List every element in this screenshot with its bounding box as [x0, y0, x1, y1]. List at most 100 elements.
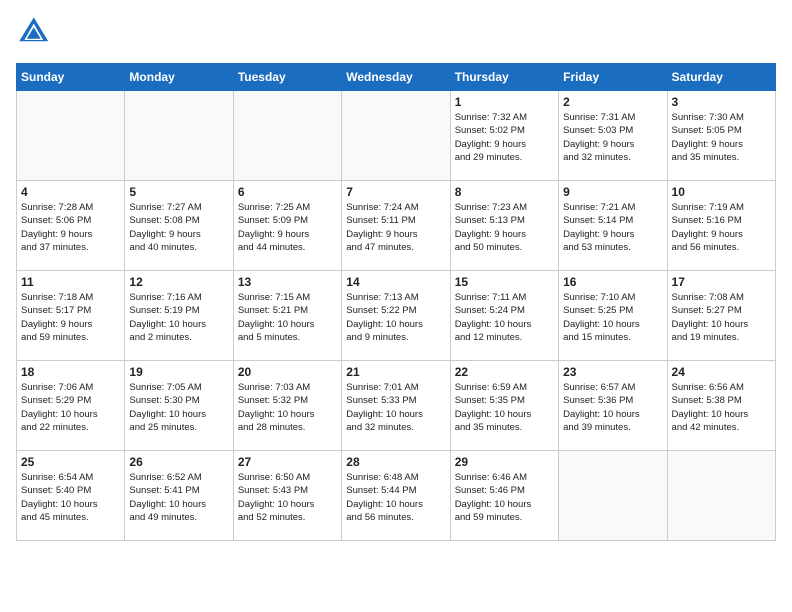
day-info: Sunrise: 7:16 AM Sunset: 5:19 PM Dayligh…: [129, 291, 228, 344]
day-number: 27: [238, 455, 337, 469]
day-number: 2: [563, 95, 662, 109]
calendar-week-5: 25Sunrise: 6:54 AM Sunset: 5:40 PM Dayli…: [17, 451, 776, 541]
calendar-cell: 12 Sunrise: 7:16 AM Sunset: 5:19 PM Dayli…: [125, 271, 233, 361]
day-number: 21: [346, 365, 445, 379]
day-number: 12: [129, 275, 228, 289]
calendar-cell: [125, 91, 233, 181]
calendar-header: SundayMondayTuesdayWednesdayThursdayFrid…: [17, 64, 776, 91]
day-info: Sunrise: 7:25 AM Sunset: 5:09 PM Dayligh…: [238, 201, 337, 254]
calendar-cell: 11 Sunrise: 7:18 AM Sunset: 5:17 PM Dayli…: [17, 271, 125, 361]
calendar-cell: 14 Sunrise: 7:13 AM Sunset: 5:22 PM Dayli…: [342, 271, 450, 361]
day-info: Sunrise: 7:32 AM Sunset: 5:02 PM Dayligh…: [455, 111, 554, 164]
calendar-cell: 29 Sunrise: 6:46 AM Sunset: 5:46 PM Dayli…: [450, 451, 558, 541]
calendar-week-4: 18 Sunrise: 7:06 AM Sunset: 5:29 PM Dayli…: [17, 361, 776, 451]
weekday-header-friday: Friday: [559, 64, 667, 91]
day-info: Sunrise: 7:05 AM Sunset: 5:30 PM Dayligh…: [129, 381, 228, 434]
calendar-cell: 13Sunrise: 7:15 AM Sunset: 5:21 PM Dayli…: [233, 271, 341, 361]
calendar-cell: [233, 91, 341, 181]
day-info: Sunrise: 7:28 AM Sunset: 5:06 PM Dayligh…: [21, 201, 120, 254]
calendar-cell: 3Sunrise: 7:30 AM Sunset: 5:05 PM Daylig…: [667, 91, 775, 181]
day-number: 17: [672, 275, 771, 289]
day-info: Sunrise: 7:06 AM Sunset: 5:29 PM Dayligh…: [21, 381, 120, 434]
calendar-cell: 19 Sunrise: 7:05 AM Sunset: 5:30 PM Dayli…: [125, 361, 233, 451]
page-header: [16, 16, 776, 51]
day-info: Sunrise: 7:21 AM Sunset: 5:14 PM Dayligh…: [563, 201, 662, 254]
day-number: 8: [455, 185, 554, 199]
day-number: 10: [672, 185, 771, 199]
calendar-cell: 17 Sunrise: 7:08 AM Sunset: 5:27 PM Dayli…: [667, 271, 775, 361]
calendar-cell: 2 Sunrise: 7:31 AM Sunset: 5:03 PM Daylig…: [559, 91, 667, 181]
calendar-body: 1Sunrise: 7:32 AM Sunset: 5:02 PM Daylig…: [17, 91, 776, 541]
weekday-header-saturday: Saturday: [667, 64, 775, 91]
day-info: Sunrise: 7:23 AM Sunset: 5:13 PM Dayligh…: [455, 201, 554, 254]
day-info: Sunrise: 6:59 AM Sunset: 5:35 PM Dayligh…: [455, 381, 554, 434]
calendar-cell: 23 Sunrise: 6:57 AM Sunset: 5:36 PM Dayli…: [559, 361, 667, 451]
day-info: Sunrise: 7:31 AM Sunset: 5:03 PM Dayligh…: [563, 111, 662, 164]
weekday-header-monday: Monday: [125, 64, 233, 91]
day-number: 23: [563, 365, 662, 379]
day-number: 7: [346, 185, 445, 199]
day-info: Sunrise: 6:50 AM Sunset: 5:43 PM Dayligh…: [238, 471, 337, 524]
weekday-header-tuesday: Tuesday: [233, 64, 341, 91]
day-number: 19: [129, 365, 228, 379]
calendar-cell: 28 Sunrise: 6:48 AM Sunset: 5:44 PM Dayli…: [342, 451, 450, 541]
day-number: 29: [455, 455, 554, 469]
calendar-cell: 24 Sunrise: 6:56 AM Sunset: 5:38 PM Dayli…: [667, 361, 775, 451]
calendar-cell: [17, 91, 125, 181]
day-number: 24: [672, 365, 771, 379]
day-number: 28: [346, 455, 445, 469]
day-info: Sunrise: 6:52 AM Sunset: 5:41 PM Dayligh…: [129, 471, 228, 524]
day-number: 5: [129, 185, 228, 199]
day-number: 11: [21, 275, 120, 289]
day-info: Sunrise: 6:56 AM Sunset: 5:38 PM Dayligh…: [672, 381, 771, 434]
logo-icon: [18, 16, 48, 46]
logo: [16, 16, 48, 51]
calendar-cell: 15Sunrise: 7:11 AM Sunset: 5:24 PM Dayli…: [450, 271, 558, 361]
weekday-header-thursday: Thursday: [450, 64, 558, 91]
day-info: Sunrise: 7:08 AM Sunset: 5:27 PM Dayligh…: [672, 291, 771, 344]
calendar-week-1: 1Sunrise: 7:32 AM Sunset: 5:02 PM Daylig…: [17, 91, 776, 181]
day-number: 9: [563, 185, 662, 199]
day-info: Sunrise: 7:24 AM Sunset: 5:11 PM Dayligh…: [346, 201, 445, 254]
calendar-cell: 27 Sunrise: 6:50 AM Sunset: 5:43 PM Dayli…: [233, 451, 341, 541]
day-number: 4: [21, 185, 120, 199]
day-info: Sunrise: 7:27 AM Sunset: 5:08 PM Dayligh…: [129, 201, 228, 254]
day-info: Sunrise: 6:48 AM Sunset: 5:44 PM Dayligh…: [346, 471, 445, 524]
calendar-table: SundayMondayTuesdayWednesdayThursdayFrid…: [16, 63, 776, 541]
calendar-cell: 5 Sunrise: 7:27 AM Sunset: 5:08 PM Daylig…: [125, 181, 233, 271]
calendar-cell: [342, 91, 450, 181]
day-number: 26: [129, 455, 228, 469]
day-number: 22: [455, 365, 554, 379]
day-number: 18: [21, 365, 120, 379]
day-info: Sunrise: 7:10 AM Sunset: 5:25 PM Dayligh…: [563, 291, 662, 344]
day-number: 13: [238, 275, 337, 289]
calendar-cell: 9 Sunrise: 7:21 AM Sunset: 5:14 PM Daylig…: [559, 181, 667, 271]
day-info: Sunrise: 7:13 AM Sunset: 5:22 PM Dayligh…: [346, 291, 445, 344]
day-info: Sunrise: 6:54 AM Sunset: 5:40 PM Dayligh…: [21, 471, 120, 524]
day-number: 15: [455, 275, 554, 289]
day-number: 14: [346, 275, 445, 289]
calendar-cell: [667, 451, 775, 541]
calendar-cell: 16 Sunrise: 7:10 AM Sunset: 5:25 PM Dayli…: [559, 271, 667, 361]
day-number: 16: [563, 275, 662, 289]
calendar-week-2: 4 Sunrise: 7:28 AM Sunset: 5:06 PM Daylig…: [17, 181, 776, 271]
weekday-header-wednesday: Wednesday: [342, 64, 450, 91]
calendar-cell: 1Sunrise: 7:32 AM Sunset: 5:02 PM Daylig…: [450, 91, 558, 181]
calendar-cell: 4 Sunrise: 7:28 AM Sunset: 5:06 PM Daylig…: [17, 181, 125, 271]
weekday-header-sunday: Sunday: [17, 64, 125, 91]
calendar-cell: 26 Sunrise: 6:52 AM Sunset: 5:41 PM Dayli…: [125, 451, 233, 541]
calendar-cell: 10 Sunrise: 7:19 AM Sunset: 5:16 PM Dayli…: [667, 181, 775, 271]
calendar-cell: 8 Sunrise: 7:23 AM Sunset: 5:13 PM Daylig…: [450, 181, 558, 271]
day-number: 6: [238, 185, 337, 199]
calendar-cell: 25Sunrise: 6:54 AM Sunset: 5:40 PM Dayli…: [17, 451, 125, 541]
calendar-cell: 6 Sunrise: 7:25 AM Sunset: 5:09 PM Daylig…: [233, 181, 341, 271]
day-info: Sunrise: 6:57 AM Sunset: 5:36 PM Dayligh…: [563, 381, 662, 434]
calendar-cell: 18 Sunrise: 7:06 AM Sunset: 5:29 PM Dayli…: [17, 361, 125, 451]
day-number: 3: [672, 95, 771, 109]
day-number: 20: [238, 365, 337, 379]
day-info: Sunrise: 6:46 AM Sunset: 5:46 PM Dayligh…: [455, 471, 554, 524]
calendar-cell: [559, 451, 667, 541]
day-info: Sunrise: 7:18 AM Sunset: 5:17 PM Dayligh…: [21, 291, 120, 344]
day-info: Sunrise: 7:03 AM Sunset: 5:32 PM Dayligh…: [238, 381, 337, 434]
day-info: Sunrise: 7:19 AM Sunset: 5:16 PM Dayligh…: [672, 201, 771, 254]
